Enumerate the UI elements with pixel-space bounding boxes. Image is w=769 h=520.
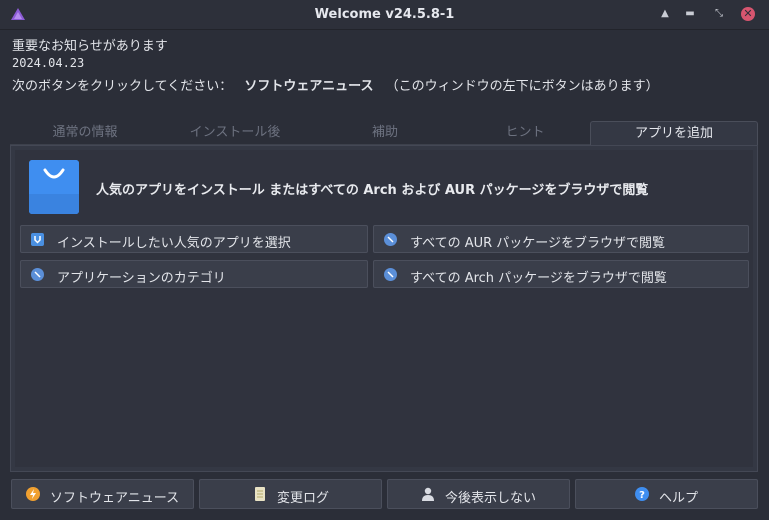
browse-arch-button[interactable]: すべての Arch パッケージをブラウザで閲覧 [373, 260, 749, 288]
compass-icon [384, 233, 397, 246]
minimize-icon[interactable]: ▬ [683, 7, 697, 21]
browse-aur-label: すべての AUR パッケージをブラウザで閲覧 [410, 236, 666, 251]
notice-suffix: （このウィンドウの左下にボタンはあります） [385, 79, 659, 94]
add-apps-heading: 人気のアプリをインストール またはすべての Arch および AUR パッケージ… [96, 183, 649, 198]
tab-tips[interactable]: ヒント [460, 121, 590, 145]
software-news-label: ソフトウェアニュース [50, 491, 180, 506]
changelog-icon [255, 487, 265, 501]
svg-text:?: ? [639, 490, 645, 501]
news-icon [26, 487, 40, 501]
tab-add-apps[interactable]: アプリを追加 [590, 121, 758, 147]
browse-arch-label: すべての Arch パッケージをブラウザで閲覧 [410, 271, 667, 286]
changelog-button[interactable]: 変更ログ [199, 479, 382, 509]
notice-line1: 重要なお知らせがあります [12, 39, 168, 54]
tab-assistance[interactable]: 補助 [310, 121, 460, 145]
app-categories-button[interactable]: アプリケーションのカテゴリ [20, 260, 368, 288]
install-icon [31, 233, 44, 246]
do-not-show-button[interactable]: 今後表示しない [387, 479, 570, 509]
tab-post-install[interactable]: インストール後 [160, 121, 310, 145]
help-button[interactable]: ? ヘルプ [575, 479, 758, 509]
do-not-show-label: 今後表示しない [445, 491, 537, 506]
popular-apps-button[interactable]: インストールしたい人気のアプリを選択 [20, 225, 368, 253]
close-icon[interactable]: ✕ [741, 7, 755, 21]
app-categories-label: アプリケーションのカテゴリ [57, 271, 226, 286]
tab-general-info[interactable]: 通常の情報 [10, 121, 160, 145]
window-title: Welcome v24.5.8-1 [314, 7, 455, 22]
popular-apps-label: インストールしたい人気のアプリを選択 [57, 236, 291, 251]
browse-aur-button[interactable]: すべての AUR パッケージをブラウザで閲覧 [373, 225, 749, 253]
notice-highlight: ソフトウェアニュース [244, 79, 374, 94]
tab-bar: 通常の情報 インストール後 補助 ヒント アプリを追加 [10, 121, 758, 147]
user-icon [422, 487, 434, 501]
arrow-up-icon[interactable]: ▲ [658, 7, 672, 21]
software-news-button[interactable]: ソフトウェアニュース [11, 479, 194, 509]
compass-icon [384, 268, 397, 281]
help-label: ヘルプ [659, 491, 699, 506]
compass-icon [31, 268, 44, 281]
notice-instruction: 次のボタンをクリックしてください： ソフトウェアニュース （このウィンドウの左下… [12, 75, 659, 94]
notice-date: 2024.04.23 [12, 56, 85, 70]
shopping-bag-icon [29, 160, 79, 214]
changelog-label: 変更ログ [277, 491, 330, 506]
restore-icon[interactable]: ⤡ [712, 7, 726, 21]
title-bar: Welcome v24.5.8-1 ▲ ▬ ⤡ ✕ [0, 0, 769, 30]
help-icon: ? [635, 487, 649, 501]
notice-prefix: 次のボタンをクリックしてください： [12, 79, 233, 94]
